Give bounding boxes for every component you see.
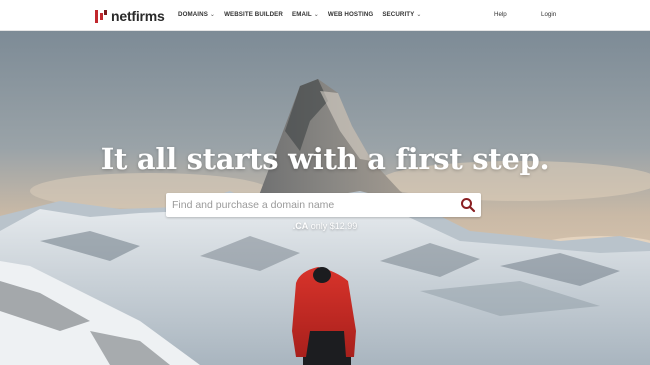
nav-item-website-builder[interactable]: WEBSITE BUILDER <box>224 11 283 18</box>
nav-item-label: DOMAINS <box>178 11 208 18</box>
login-link[interactable]: Login <box>541 11 556 18</box>
search-button[interactable] <box>460 197 476 213</box>
domain-search-input[interactable] <box>172 197 452 213</box>
nav-item-label: WEBSITE BUILDER <box>224 11 283 18</box>
chevron-down-icon: ⌄ <box>313 12 319 18</box>
hero-headline: It all starts with a first step. <box>100 142 550 176</box>
main-nav: DOMAINS ⌄ WEBSITE BUILDER EMAIL ⌄ WEB HO… <box>178 11 422 18</box>
chevron-down-icon: ⌄ <box>209 12 216 18</box>
hero-section: It all starts with a first step. .CA onl… <box>0 31 650 365</box>
nav-item-label: EMAIL <box>291 11 312 18</box>
search-icon <box>461 198 476 213</box>
help-link[interactable]: Help <box>494 11 507 18</box>
nav-item-security[interactable]: SECURITY ⌄ <box>382 11 421 18</box>
nav-item-web-hosting[interactable]: WEB HOSTING <box>328 11 373 18</box>
top-navigation-bar: netfirms DOMAINS ⌄ WEBSITE BUILDER EMAIL… <box>0 0 650 31</box>
promo-text: .CA only $12.99 <box>0 221 650 231</box>
nav-item-domains[interactable]: DOMAINS ⌄ <box>178 11 215 18</box>
nav-item-label: SECURITY <box>382 11 415 18</box>
netfirms-logo[interactable]: netfirms <box>95 8 165 24</box>
chevron-down-icon: ⌄ <box>416 12 422 18</box>
promo-tld: .CA <box>292 221 309 231</box>
logo-mark-icon <box>95 9 107 23</box>
domain-search-box <box>166 193 481 217</box>
logo-text: netfirms <box>111 8 165 24</box>
nav-item-email[interactable]: EMAIL ⌄ <box>292 11 319 18</box>
nav-item-label: WEB HOSTING <box>327 11 374 18</box>
hiker-figure <box>292 267 356 365</box>
promo-price: only $12.99 <box>310 221 358 231</box>
